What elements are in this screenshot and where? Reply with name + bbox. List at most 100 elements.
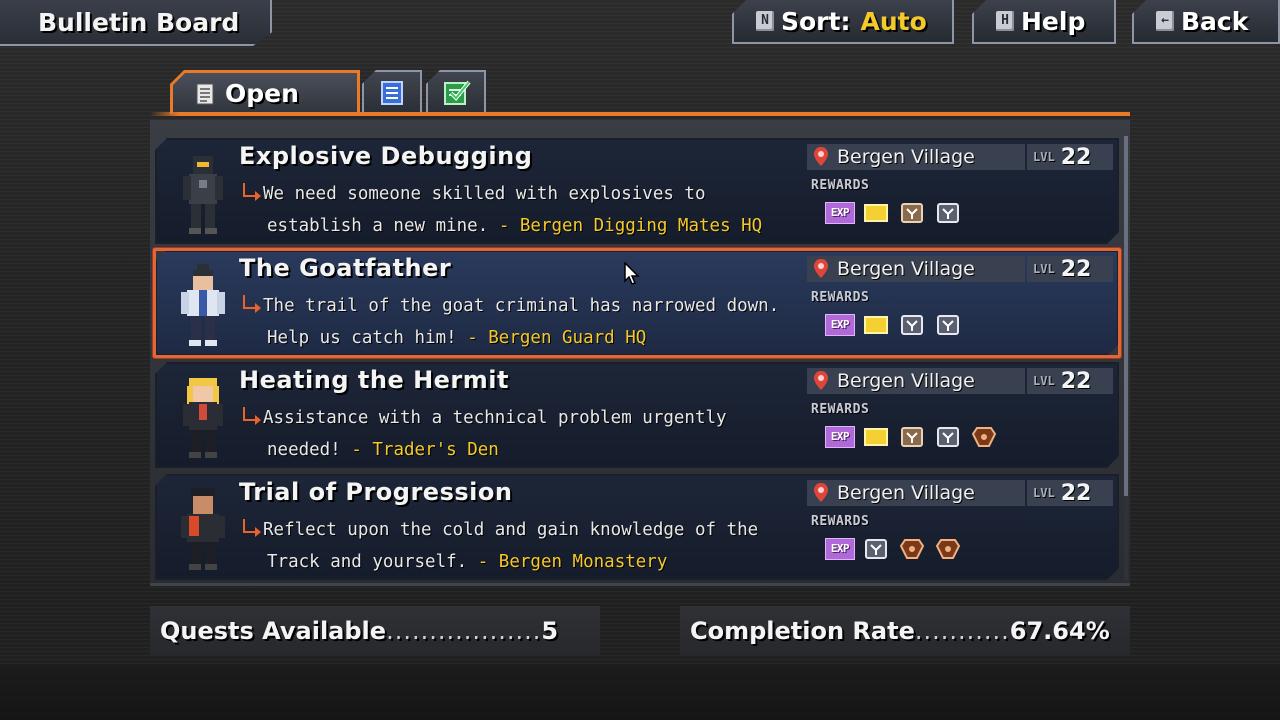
quest-desc-line1: We need someone skilled with explosives … <box>263 184 706 204</box>
level-label: LVL <box>1033 262 1055 276</box>
item-reward-icon <box>861 426 891 448</box>
quests-available-stat: Quests Available.................. 5 <box>150 606 600 656</box>
location-name: Bergen Village <box>837 370 975 392</box>
guard-portrait-icon <box>171 262 235 348</box>
trader-portrait-icon <box>171 374 235 460</box>
completion-rate-stat: Completion Rate........... 67.64% <box>680 606 1130 656</box>
quest-description: Reflect upon the cold and gain knowledge… <box>241 514 811 578</box>
level-label: LVL <box>1033 374 1055 388</box>
exp-reward-icon: EXP <box>825 314 855 336</box>
exp-reward-icon: EXP <box>825 426 855 448</box>
completion-rate-label: Completion Rate <box>690 617 915 645</box>
item-reward-icon <box>861 202 891 224</box>
quest-location: Bergen Village <box>807 256 1025 282</box>
quest-desc-line2: Help us catch him! <box>267 328 457 348</box>
arrow-icon <box>241 295 263 313</box>
quest-title: Explosive Debugging <box>239 142 533 170</box>
robot-portrait-icon <box>171 150 235 236</box>
sort-label: Sort: <box>781 6 851 36</box>
quest-giver: - Bergen Monastery <box>477 552 668 572</box>
quest-giver: - Trader's Den <box>351 440 499 460</box>
rewards-row: EXP <box>825 202 963 224</box>
back-button[interactable]: ← Back <box>1132 0 1280 44</box>
quest-title: The Goatfather <box>239 254 452 282</box>
rewards-row: EXP <box>825 426 999 448</box>
scrollbar-thumb[interactable] <box>1124 136 1128 496</box>
page-title: Bulletin Board <box>38 8 240 37</box>
trade-good-reward-icon <box>897 314 927 336</box>
quest-card-trial-of-progression[interactable]: Trial of Progression Reflect upon the co… <box>155 474 1119 580</box>
tab-quest-list[interactable] <box>362 70 422 114</box>
document-icon <box>196 83 214 104</box>
quest-desc-line1: The trail of the goat criminal has narro… <box>263 296 780 316</box>
back-label: Back <box>1181 6 1249 36</box>
level-value: 22 <box>1060 368 1092 394</box>
quest-level: LVL 22 <box>1027 256 1113 282</box>
quest-desc-line2: needed! <box>267 440 341 460</box>
completion-rate-value: 67.64% <box>1009 617 1110 645</box>
quest-card-heating-the-hermit[interactable]: Heating the Hermit Assistance with a tec… <box>155 362 1119 468</box>
rewards-label: REWARDS <box>811 290 870 305</box>
quest-list-icon <box>381 81 403 105</box>
trade-good-reward-icon <box>933 202 963 224</box>
special-item-reward-icon <box>897 538 927 560</box>
arrow-icon <box>241 519 263 537</box>
checked-list-icon <box>444 80 471 105</box>
h-key-icon: H <box>996 11 1014 31</box>
quest-desc-line1: Reflect upon the cold and gain knowledge… <box>263 520 759 540</box>
level-label: LVL <box>1033 486 1055 500</box>
quest-giver: - Bergen Digging Mates HQ <box>498 216 763 236</box>
quest-description: Assistance with a technical problem urge… <box>241 402 811 466</box>
arrow-icon <box>241 183 263 201</box>
quest-level: LVL 22 <box>1027 480 1113 506</box>
level-value: 22 <box>1060 256 1092 282</box>
item-reward-icon <box>861 314 891 336</box>
rewards-row: EXP <box>825 538 963 560</box>
monk-portrait-icon <box>171 486 235 572</box>
quest-desc-line2: Track and yourself. <box>267 552 468 572</box>
quest-title: Trial of Progression <box>239 478 513 506</box>
tab-completed[interactable] <box>426 70 486 114</box>
quest-card-the-goatfather[interactable]: The Goatfather The trail of the goat cri… <box>155 250 1119 356</box>
level-value: 22 <box>1060 480 1092 506</box>
level-value: 22 <box>1060 144 1092 170</box>
tab-open-label: Open <box>225 79 299 108</box>
rewards-label: REWARDS <box>811 514 870 529</box>
quest-level: LVL 22 <box>1027 144 1113 170</box>
help-button[interactable]: H Help <box>972 0 1116 44</box>
arrow-icon <box>241 407 263 425</box>
quest-location: Bergen Village <box>807 144 1025 170</box>
rewards-label: REWARDS <box>811 178 870 193</box>
quest-desc-line2: establish a new mine. <box>267 216 489 236</box>
n-key-icon: N <box>756 11 774 31</box>
quests-available-dots: .................. <box>386 617 542 645</box>
location-pin-icon <box>813 483 829 503</box>
location-name: Bergen Village <box>837 482 975 504</box>
trade-good-reward-icon <box>861 538 891 560</box>
exp-reward-icon: EXP <box>825 202 855 224</box>
location-pin-icon <box>813 259 829 279</box>
sort-value: Auto <box>860 6 927 36</box>
completion-rate-dots: ........... <box>914 617 1010 645</box>
quests-available-value: 5 <box>541 617 559 645</box>
back-key-icon: ← <box>1156 11 1174 31</box>
tab-open[interactable]: Open <box>170 70 360 114</box>
quest-location: Bergen Village <box>807 368 1025 394</box>
location-name: Bergen Village <box>837 258 975 280</box>
special-item-reward-icon <box>933 538 963 560</box>
quest-title: Heating the Hermit <box>239 366 509 394</box>
bulletin-board-screen: Bulletin Board N Sort: Auto H Help ← Bac… <box>0 0 1280 720</box>
sort-button[interactable]: N Sort: Auto <box>732 0 954 44</box>
level-label: LVL <box>1033 150 1055 164</box>
quest-card-explosive-debugging[interactable]: Explosive Debugging We need someone skil… <box>155 138 1119 244</box>
quest-location: Bergen Village <box>807 480 1025 506</box>
quest-level: LVL 22 <box>1027 368 1113 394</box>
rewards-row: EXP <box>825 314 963 336</box>
tab-underline <box>150 112 1130 116</box>
trade-good-reward-icon <box>897 202 927 224</box>
trade-good-reward-icon <box>933 426 963 448</box>
quest-description: We need someone skilled with explosives … <box>241 178 811 242</box>
bottom-band <box>0 664 1280 720</box>
quest-giver: - Bergen Guard HQ <box>467 328 647 348</box>
help-label: Help <box>1021 6 1086 36</box>
